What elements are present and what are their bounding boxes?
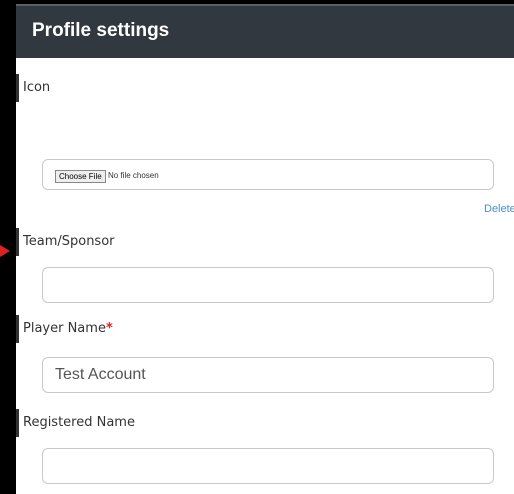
icon-label-text: Icon (23, 80, 51, 95)
team-sponsor-label-text: Team/Sponsor (23, 234, 115, 249)
team-sponsor-label: Team/Sponsor (16, 228, 115, 256)
required-mark: * (105, 321, 113, 336)
registered-name-input[interactable] (42, 448, 494, 484)
choose-file-button[interactable]: Choose File (55, 170, 106, 183)
pointer-arrow-icon (0, 245, 10, 257)
delete-icon-link[interactable]: Delete (484, 203, 514, 215)
player-name-label-text: Player Name (23, 321, 106, 336)
file-status-text: No file chosen (108, 171, 159, 180)
icon-file-field[interactable]: Choose File No file chosen (42, 159, 494, 190)
page-header: Profile settings (16, 4, 514, 58)
player-name-input[interactable] (42, 357, 494, 393)
team-sponsor-input[interactable] (42, 267, 494, 303)
registered-name-label-text: Registered Name (23, 415, 135, 430)
icon-label: Icon (16, 74, 50, 102)
page-title: Profile settings (32, 20, 170, 41)
registered-name-label: Registered Name (16, 409, 135, 437)
profile-settings-panel: Profile settings Icon Choose File No fil… (16, 4, 514, 494)
player-name-label: Player Name* (16, 315, 113, 343)
